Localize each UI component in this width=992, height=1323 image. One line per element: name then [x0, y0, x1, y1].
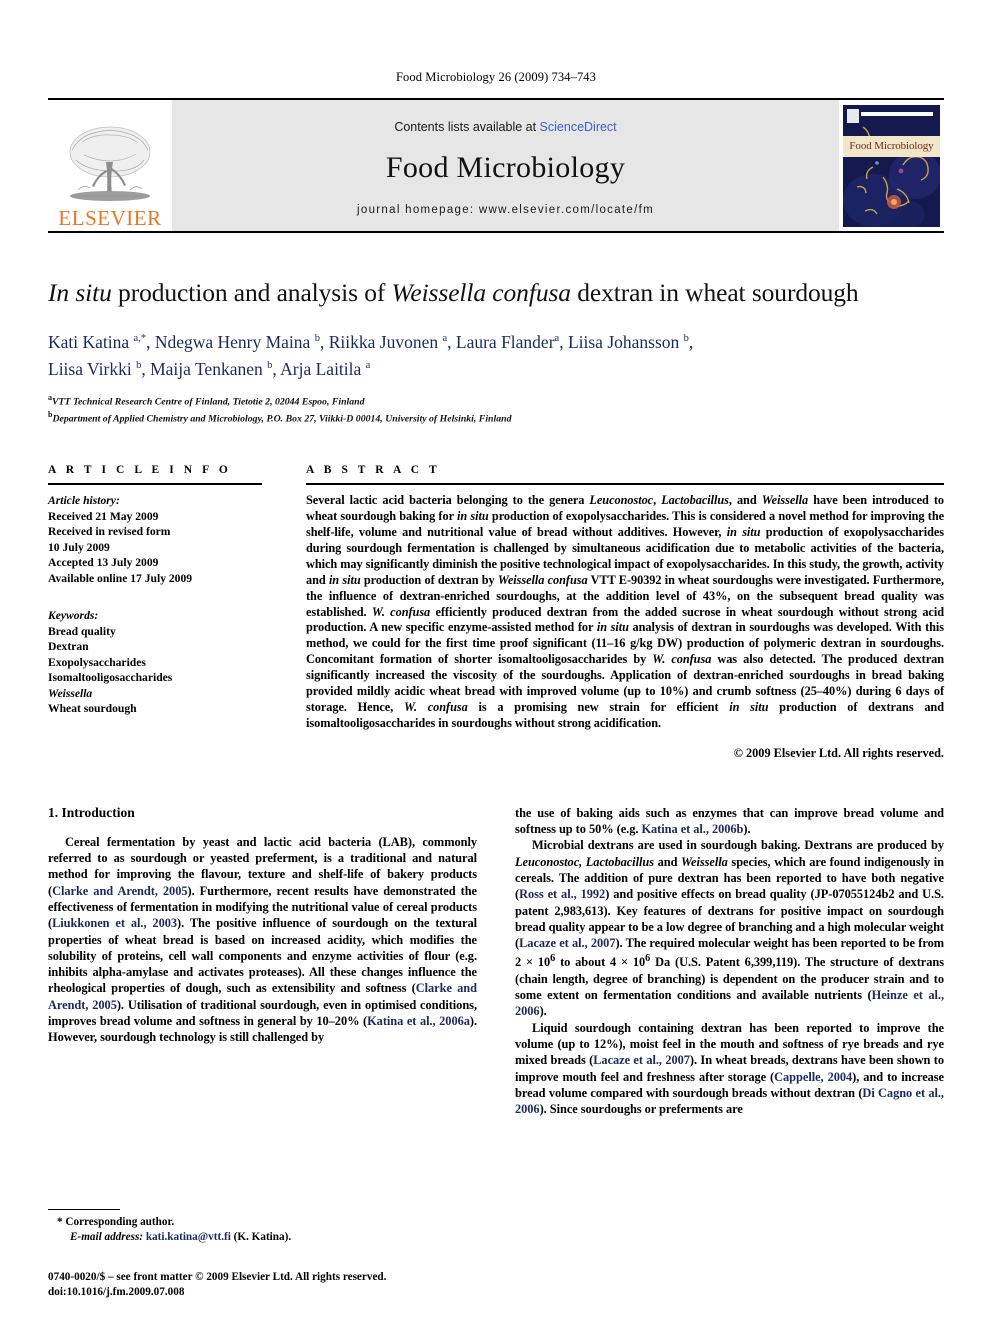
- citation-clarke-arendt-2005-b[interactable]: Clarke and Arendt, 2005: [48, 981, 477, 1011]
- cover-top-bar: [861, 111, 933, 116]
- history-received: Received 21 May 2009: [48, 509, 159, 523]
- cover-publisher-mark: [847, 108, 859, 123]
- journal-cover-thumbnail: Food Microbiology: [839, 100, 944, 231]
- contents-prefix: Contents lists available at: [394, 119, 540, 134]
- affiliation-text-b: Department of Applied Chemistry and Micr…: [52, 413, 512, 425]
- article-info-rule: [48, 483, 262, 486]
- contents-lists-line: Contents lists available at ScienceDirec…: [394, 120, 616, 134]
- elsevier-tree-icon: [69, 126, 151, 201]
- abstract-copyright: © 2009 Elsevier Ltd. All rights reserved…: [733, 745, 944, 760]
- citation-clarke-arendt-2005[interactable]: Clarke and Arendt, 2005: [52, 884, 187, 898]
- elsevier-wordmark: ELSEVIER: [58, 206, 162, 230]
- corresponding-author-note: * Corresponding author.: [57, 1216, 175, 1228]
- page-title: In situ production and analysis of Weiss…: [48, 277, 944, 308]
- cover-microscopy-graphic: [843, 104, 940, 227]
- keyword-isomaltooligosaccharides: Isomaltooligosaccharides: [48, 671, 173, 685]
- cover-title-band: Food Microbiology: [843, 135, 940, 157]
- author-line-1: Kati Katina a,*, Ndegwa Henry Maina b, R…: [48, 331, 694, 352]
- keywords-label: Keywords:: [48, 609, 99, 623]
- email-link[interactable]: kati.katina@vtt.fi: [146, 1231, 231, 1243]
- journal-masthead: ELSEVIER Contents lists available at Sci…: [48, 98, 944, 233]
- article-info-column: A R T I C L E I N F O Article history: R…: [48, 464, 280, 761]
- footnote-rule: [48, 1209, 120, 1210]
- citation-ross-1992[interactable]: Ross et al., 1992: [519, 887, 605, 901]
- affiliation-a: aVTT Technical Research Centre of Finlan…: [48, 391, 944, 409]
- citation-di-cagno-2006[interactable]: Di Cagno et al., 2006: [515, 1086, 944, 1116]
- citation-katina-2006b[interactable]: Katina et al., 2006b: [641, 822, 743, 836]
- footnote-block: * Corresponding author. E-mail address: …: [48, 1209, 468, 1244]
- section-heading-introduction: 1. Introduction: [48, 804, 135, 820]
- abstract-rule: [306, 483, 944, 486]
- email-label: E-mail address:: [70, 1230, 144, 1243]
- journal-title: Food Microbiology: [385, 150, 626, 184]
- history-revised-date: 10 July 2009: [48, 540, 110, 554]
- body-columns: 1. Introduction Cereal fermentation by y…: [48, 805, 944, 1118]
- author-line-2: Liisa Virkki b, Maija Tenkanen b, Arja L…: [48, 358, 371, 379]
- article-info-heading: A R T I C L E I N F O: [48, 464, 232, 477]
- article-page: Food Microbiology 26 (2009) 734–743 ELSE…: [0, 0, 992, 1323]
- title-part-species: Weissella confusa: [391, 278, 571, 307]
- email-note: E-mail address: kati.katina@vtt.fi (K. K…: [48, 1230, 468, 1245]
- title-part-2: production and analysis of: [111, 278, 392, 307]
- keyword-bread-quality: Bread quality: [48, 624, 116, 638]
- affiliation-text-a: VTT Technical Research Centre of Finland…: [52, 395, 365, 407]
- citation-liukkonen-2003[interactable]: Liukkonen et al., 2003: [52, 916, 177, 930]
- citation-lacaze-2007[interactable]: Lacaze et al., 2007: [519, 936, 615, 950]
- history-accepted: Accepted 13 July 2009: [48, 556, 159, 570]
- intro-paragraph-right-3: Liquid sourdough containing dextran has …: [515, 1020, 945, 1117]
- title-part-insitu: In situ: [48, 278, 112, 307]
- body-column-right: the use of baking aids such as enzymes t…: [515, 805, 944, 1118]
- abstract-heading: A B S T R A C T: [306, 464, 441, 477]
- citation-lacaze-2007-b[interactable]: Lacaze et al., 2007: [593, 1053, 690, 1067]
- elsevier-logo: ELSEVIER: [48, 100, 172, 231]
- keyword-dextran: Dextran: [48, 640, 89, 654]
- history-revised: Received in revised form: [48, 525, 171, 539]
- sciencedirect-link[interactable]: ScienceDirect: [540, 120, 617, 134]
- article-history-label: Article history:: [48, 494, 120, 508]
- title-part-4: dextran in wheat sourdough: [570, 278, 859, 307]
- imprint-block: 0740-0020/$ – see front matter © 2009 El…: [48, 1270, 386, 1299]
- doi-line: doi:10.1016/j.fm.2009.07.008: [48, 1285, 185, 1298]
- keyword-weissella: Weissella: [48, 686, 93, 700]
- email-owner: (K. Katina).: [233, 1230, 292, 1243]
- front-matter-line: 0740-0020/$ – see front matter © 2009 El…: [48, 1271, 387, 1283]
- title-block: In situ production and analysis of Weiss…: [48, 277, 944, 426]
- intro-paragraph-right-1: the use of baking aids such as enzymes t…: [515, 805, 944, 837]
- citation-katina-2006a[interactable]: Katina et al., 2006a: [367, 1014, 470, 1028]
- author-list: Kati Katina a,*, Ndegwa Henry Maina b, R…: [48, 327, 944, 381]
- intro-paragraph-right-2: Microbial dextrans are used in sourdough…: [515, 838, 944, 1019]
- keyword-wheat-sourdough: Wheat sourdough: [48, 702, 137, 716]
- abstract-column: A B S T R A C T Several lactic acid bact…: [280, 464, 944, 761]
- cover-image: Food Microbiology: [843, 104, 940, 227]
- intro-paragraph-left: Cereal fermentation by yeast and lactic …: [48, 834, 478, 1045]
- keyword-exopolysaccharides: Exopolysaccharides: [48, 655, 146, 669]
- citation-heinze-2006[interactable]: Heinze et al., 2006: [515, 988, 944, 1018]
- citation-cappelle-2004[interactable]: Cappelle, 2004: [774, 1070, 852, 1084]
- keywords-block: Keywords: Bread quality Dextran Exopolys…: [48, 608, 262, 717]
- abstract-text: Several lactic acid bacteria belonging t…: [306, 493, 945, 730]
- running-head: Food Microbiology 26 (2009) 734–743: [395, 70, 597, 84]
- cover-journal-title: Food Microbiology: [849, 140, 934, 152]
- affiliation-b: bDepartment of Applied Chemistry and Mic…: [48, 408, 944, 426]
- history-online: Available online 17 July 2009: [48, 571, 193, 585]
- journal-homepage-link[interactable]: journal homepage: www.elsevier.com/locat…: [357, 204, 654, 216]
- info-abstract-region: A R T I C L E I N F O Article history: R…: [48, 464, 944, 761]
- sciencedirect-banner: Contents lists available at ScienceDirec…: [172, 100, 839, 231]
- body-column-left: 1. Introduction Cereal fermentation by y…: [48, 805, 477, 1118]
